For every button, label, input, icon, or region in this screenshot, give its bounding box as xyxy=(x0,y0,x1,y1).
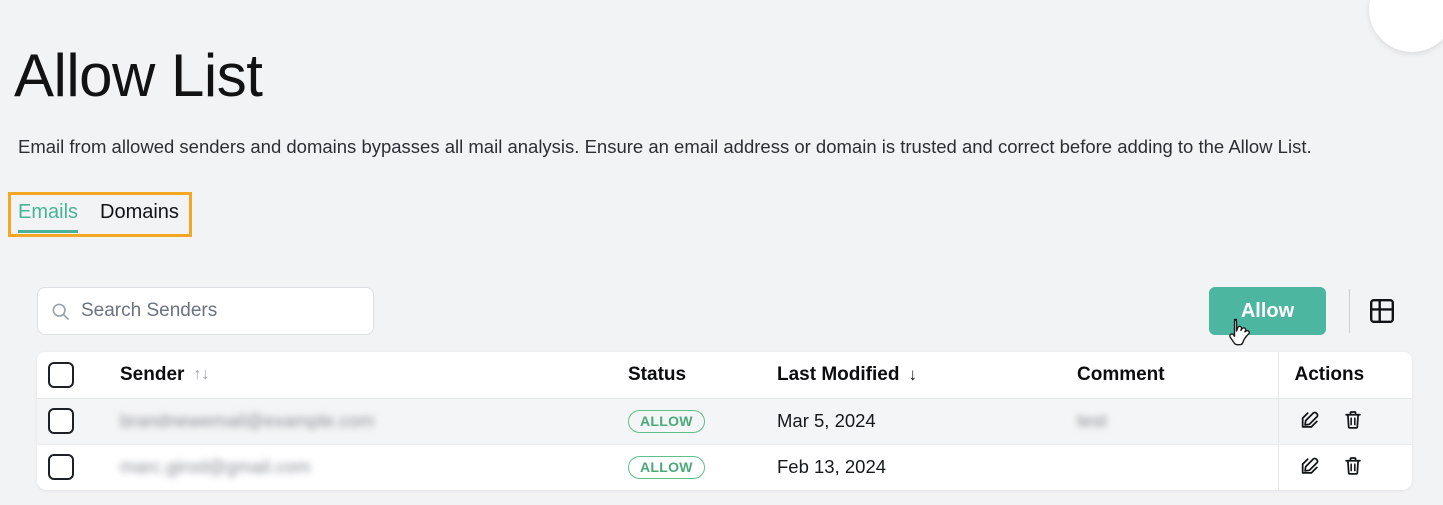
toolbar-divider xyxy=(1349,289,1350,333)
column-header-last-modified[interactable]: Last Modified ↓ xyxy=(777,352,1077,399)
last-modified-value: Feb 13, 2024 xyxy=(777,456,887,478)
row-actions-cell xyxy=(1277,398,1412,445)
select-all-checkbox[interactable] xyxy=(48,361,74,388)
last-modified-value: Mar 5, 2024 xyxy=(777,410,876,431)
edit-icon xyxy=(1299,409,1321,434)
edit-icon-button[interactable] xyxy=(1295,406,1325,436)
row-comment-cell: test xyxy=(1077,398,1278,445)
table-toolbar: Allow xyxy=(37,287,1412,335)
allow-list-page: Allow List Email from allowed senders an… xyxy=(0,0,1443,505)
edit-icon xyxy=(1299,455,1321,480)
edit-icon-button[interactable] xyxy=(1295,452,1325,482)
column-header-sender[interactable]: Sender ↑↓ xyxy=(120,352,620,399)
row-status-cell: ALLOW xyxy=(620,398,777,445)
row-checkbox[interactable] xyxy=(48,454,74,481)
row-select-cell xyxy=(37,398,120,445)
column-header-sender-label: Sender xyxy=(120,363,185,385)
select-all-header xyxy=(37,352,120,399)
row-last-modified-cell: Mar 5, 2024 xyxy=(777,398,1077,445)
search-senders-box[interactable] xyxy=(37,287,374,335)
tab-emails[interactable]: Emails xyxy=(18,199,79,233)
allow-list-table: Sender ↑↓ Status Last Modified ↓ Comment… xyxy=(37,352,1412,490)
table-row[interactable]: marc.girod@gmail.com ALLOW Feb 13, 2024 xyxy=(37,444,1412,490)
column-header-last-modified-label: Last Modified xyxy=(777,363,900,385)
table-layout-icon xyxy=(1369,298,1395,327)
page-description: Email from allowed senders and domains b… xyxy=(18,135,1312,157)
row-actions-cell xyxy=(1277,444,1412,490)
sort-toggle-icon[interactable]: ↑↓ xyxy=(193,366,209,383)
row-last-modified-cell: Feb 13, 2024 xyxy=(777,444,1077,490)
column-header-comment-label: Comment xyxy=(1077,363,1165,385)
row-status-cell: ALLOW xyxy=(620,444,777,490)
floating-action-orb[interactable] xyxy=(1369,0,1443,52)
delete-icon xyxy=(1342,409,1364,434)
sender-value: brandnewemail@example.com xyxy=(120,410,375,431)
row-checkbox[interactable] xyxy=(48,408,74,434)
column-header-comment[interactable]: Comment xyxy=(1077,352,1278,399)
row-select-cell xyxy=(37,444,120,490)
table-header-row: Sender ↑↓ Status Last Modified ↓ Comment… xyxy=(37,352,1412,399)
allow-button[interactable]: Allow xyxy=(1209,287,1326,335)
tabs-highlight-box: Emails Domains xyxy=(8,192,192,237)
column-header-actions: Actions xyxy=(1277,352,1412,399)
row-comment-cell xyxy=(1077,444,1278,490)
delete-icon xyxy=(1342,455,1364,480)
status-badge: ALLOW xyxy=(628,409,705,433)
sort-descending-icon[interactable]: ↓ xyxy=(908,366,917,383)
delete-icon-button[interactable] xyxy=(1338,406,1368,436)
delete-icon-button[interactable] xyxy=(1338,452,1368,482)
search-icon xyxy=(51,302,70,321)
table-layout-icon-button[interactable] xyxy=(1365,295,1399,329)
row-sender-cell: marc.girod@gmail.com xyxy=(120,444,620,490)
comment-value: test xyxy=(1077,410,1107,431)
page-title: Allow List xyxy=(14,42,263,110)
column-header-status-label: Status xyxy=(628,363,687,385)
row-sender-cell: brandnewemail@example.com xyxy=(120,398,620,445)
column-header-status[interactable]: Status xyxy=(620,352,777,399)
search-input[interactable] xyxy=(81,300,360,322)
table-row[interactable]: brandnewemail@example.com ALLOW Mar 5, 2… xyxy=(37,398,1412,445)
allow-list-table-card: Sender ↑↓ Status Last Modified ↓ Comment… xyxy=(37,352,1412,490)
tab-domains[interactable]: Domains xyxy=(100,199,179,233)
sender-value: marc.girod@gmail.com xyxy=(120,456,311,478)
status-badge: ALLOW xyxy=(628,455,705,479)
column-header-actions-label: Actions xyxy=(1294,363,1365,385)
